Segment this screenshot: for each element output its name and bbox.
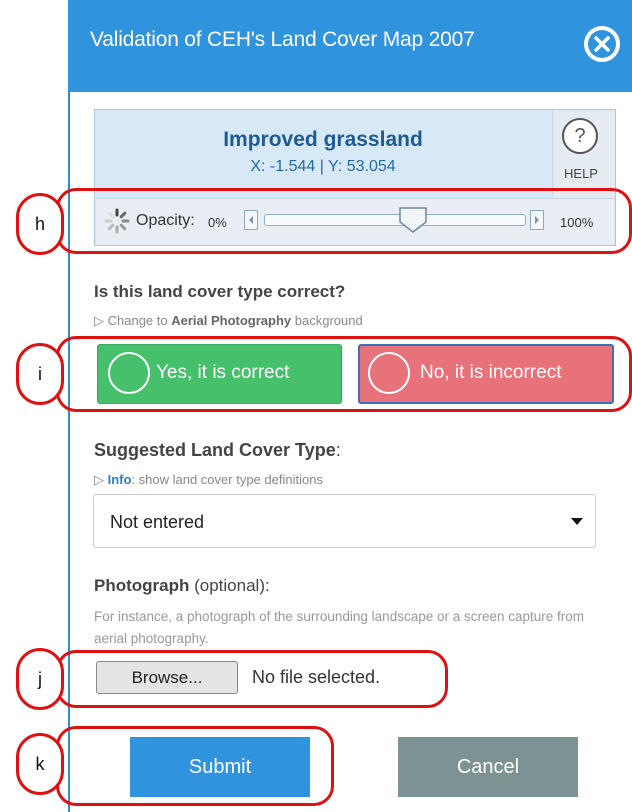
- select-selected-value[interactable]: Not entered: [110, 512, 204, 533]
- close-icon: [588, 30, 616, 58]
- info-link-prefix: ▷: [94, 472, 108, 487]
- suggested-type-heading: Suggested Land Cover Type:: [94, 440, 341, 461]
- help-label[interactable]: HELP: [556, 166, 606, 181]
- annotation-highlight-i: [56, 336, 632, 412]
- photo-title-suffix: (optional):: [189, 576, 270, 595]
- dialog-title: Validation of CEH's Land Cover Map 2007: [90, 28, 475, 51]
- annotation-tag-h: h: [16, 193, 64, 255]
- annotation-highlight-h: [56, 188, 632, 254]
- close-button[interactable]: [584, 26, 620, 62]
- aerial-link-bold: Aerial Photography: [171, 313, 292, 328]
- annotation-tag-k: k: [16, 733, 64, 795]
- info-link-bold: Info: [107, 472, 132, 487]
- definitions-info-link[interactable]: ▷ Info: show land cover type definitions: [94, 472, 323, 488]
- cover-summary: [96, 111, 550, 197]
- coordinates: X: -1.544 | Y: 53.054: [250, 158, 396, 175]
- suggested-title-bold: Suggested Land Cover Type: [94, 440, 336, 460]
- cancel-button[interactable]: Cancel: [398, 737, 578, 797]
- aerial-link-prefix: ▷ Change to: [94, 313, 172, 328]
- annotation-tag-i: i: [16, 343, 64, 405]
- help-icon[interactable]: ?: [562, 118, 598, 154]
- chevron-down-icon[interactable]: [571, 518, 583, 525]
- info-link-suffix: : show land cover type definitions: [131, 472, 323, 487]
- annotation-tag-j: j: [16, 648, 64, 710]
- annotation-highlight-j: [56, 650, 448, 708]
- photograph-heading: Photograph (optional):: [94, 576, 270, 596]
- annotation-highlight-k: [56, 726, 334, 806]
- land-cover-name: Improved grassland: [223, 128, 423, 151]
- correctness-question: Is this land cover type correct?: [94, 282, 346, 301]
- aerial-photography-link[interactable]: ▷ Change to Aerial Photography backgroun…: [94, 313, 363, 329]
- photo-title-bold: Photograph: [94, 576, 190, 595]
- photograph-description: For instance, a photograph of the surrou…: [94, 609, 585, 646]
- suggested-title-suffix: :: [335, 440, 341, 460]
- aerial-link-suffix: background: [291, 313, 363, 328]
